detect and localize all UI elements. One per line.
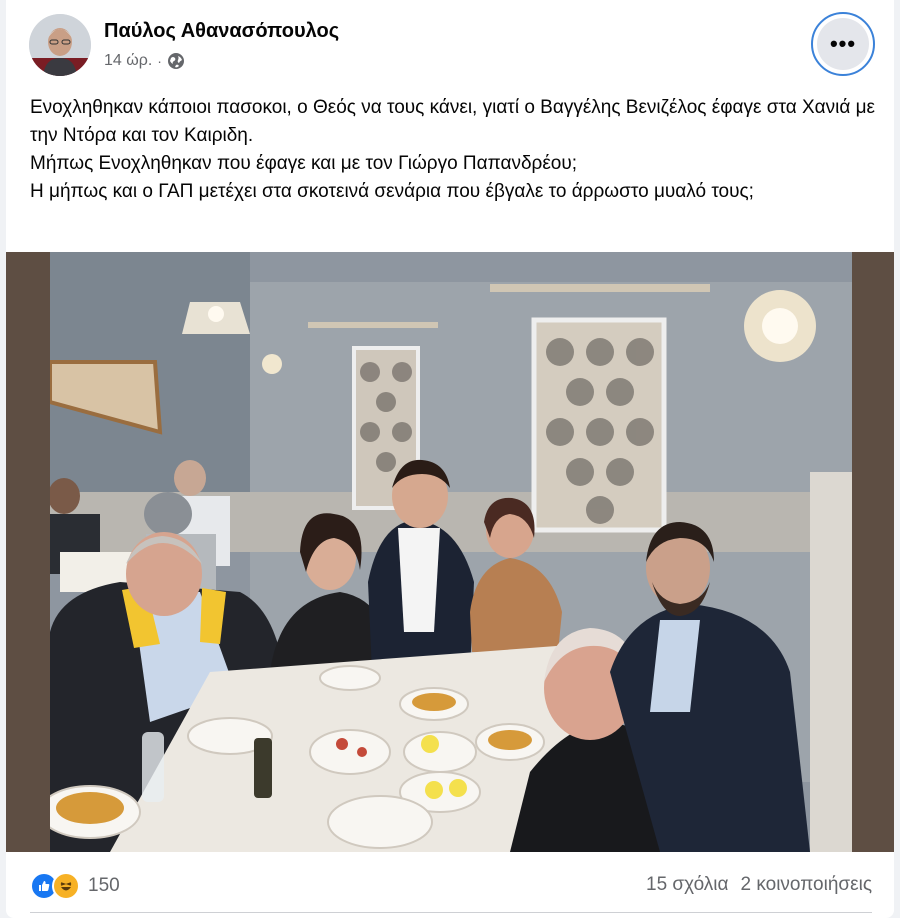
reaction-count: 150 (88, 875, 120, 896)
footer-divider (30, 912, 872, 913)
haha-icon (52, 872, 80, 900)
avatar-image (29, 14, 91, 76)
post-text-line: Ενοχληθηκαν κάποιοι πασοκοι, ο Θεός να τ… (30, 97, 876, 146)
author-avatar[interactable] (29, 14, 91, 76)
facebook-post-card: Παύλος Αθανασόπουλος 14 ώρ. · ••• Ενοχλη… (6, 0, 894, 918)
meta-separator: · (157, 53, 162, 69)
reactions-summary[interactable]: 150 (30, 872, 120, 900)
comments-count-link[interactable]: 15 σχόλια (646, 874, 729, 896)
author-name[interactable]: Παύλος Αθανασόπουλος (104, 20, 339, 43)
more-options-button[interactable]: ••• (811, 12, 875, 76)
post-meta: 14 ώρ. · (104, 52, 185, 70)
post-stats: 15 σχόλια 2 κοινοποιήσεις (646, 874, 872, 896)
post-text-line: Η μήπως και ο ΓΑΠ μετέχει στα σκοτεινά σ… (30, 181, 754, 202)
post-photo-frame[interactable] (6, 252, 894, 852)
post-text-line: Μήπως Ενοχληθηκαν που έφαγε και με τον Γ… (30, 153, 578, 174)
shares-count-link[interactable]: 2 κοινοποιήσεις (741, 874, 872, 896)
post-photo[interactable] (50, 252, 852, 852)
restaurant-group-photo (50, 252, 852, 852)
more-options-icon: ••• (817, 18, 869, 70)
post-body: Ενοχληθηκαν κάποιοι πασοκοι, ο Θεός να τ… (30, 94, 878, 206)
globe-icon[interactable] (167, 52, 185, 70)
post-timestamp[interactable]: 14 ώρ. (104, 52, 152, 70)
